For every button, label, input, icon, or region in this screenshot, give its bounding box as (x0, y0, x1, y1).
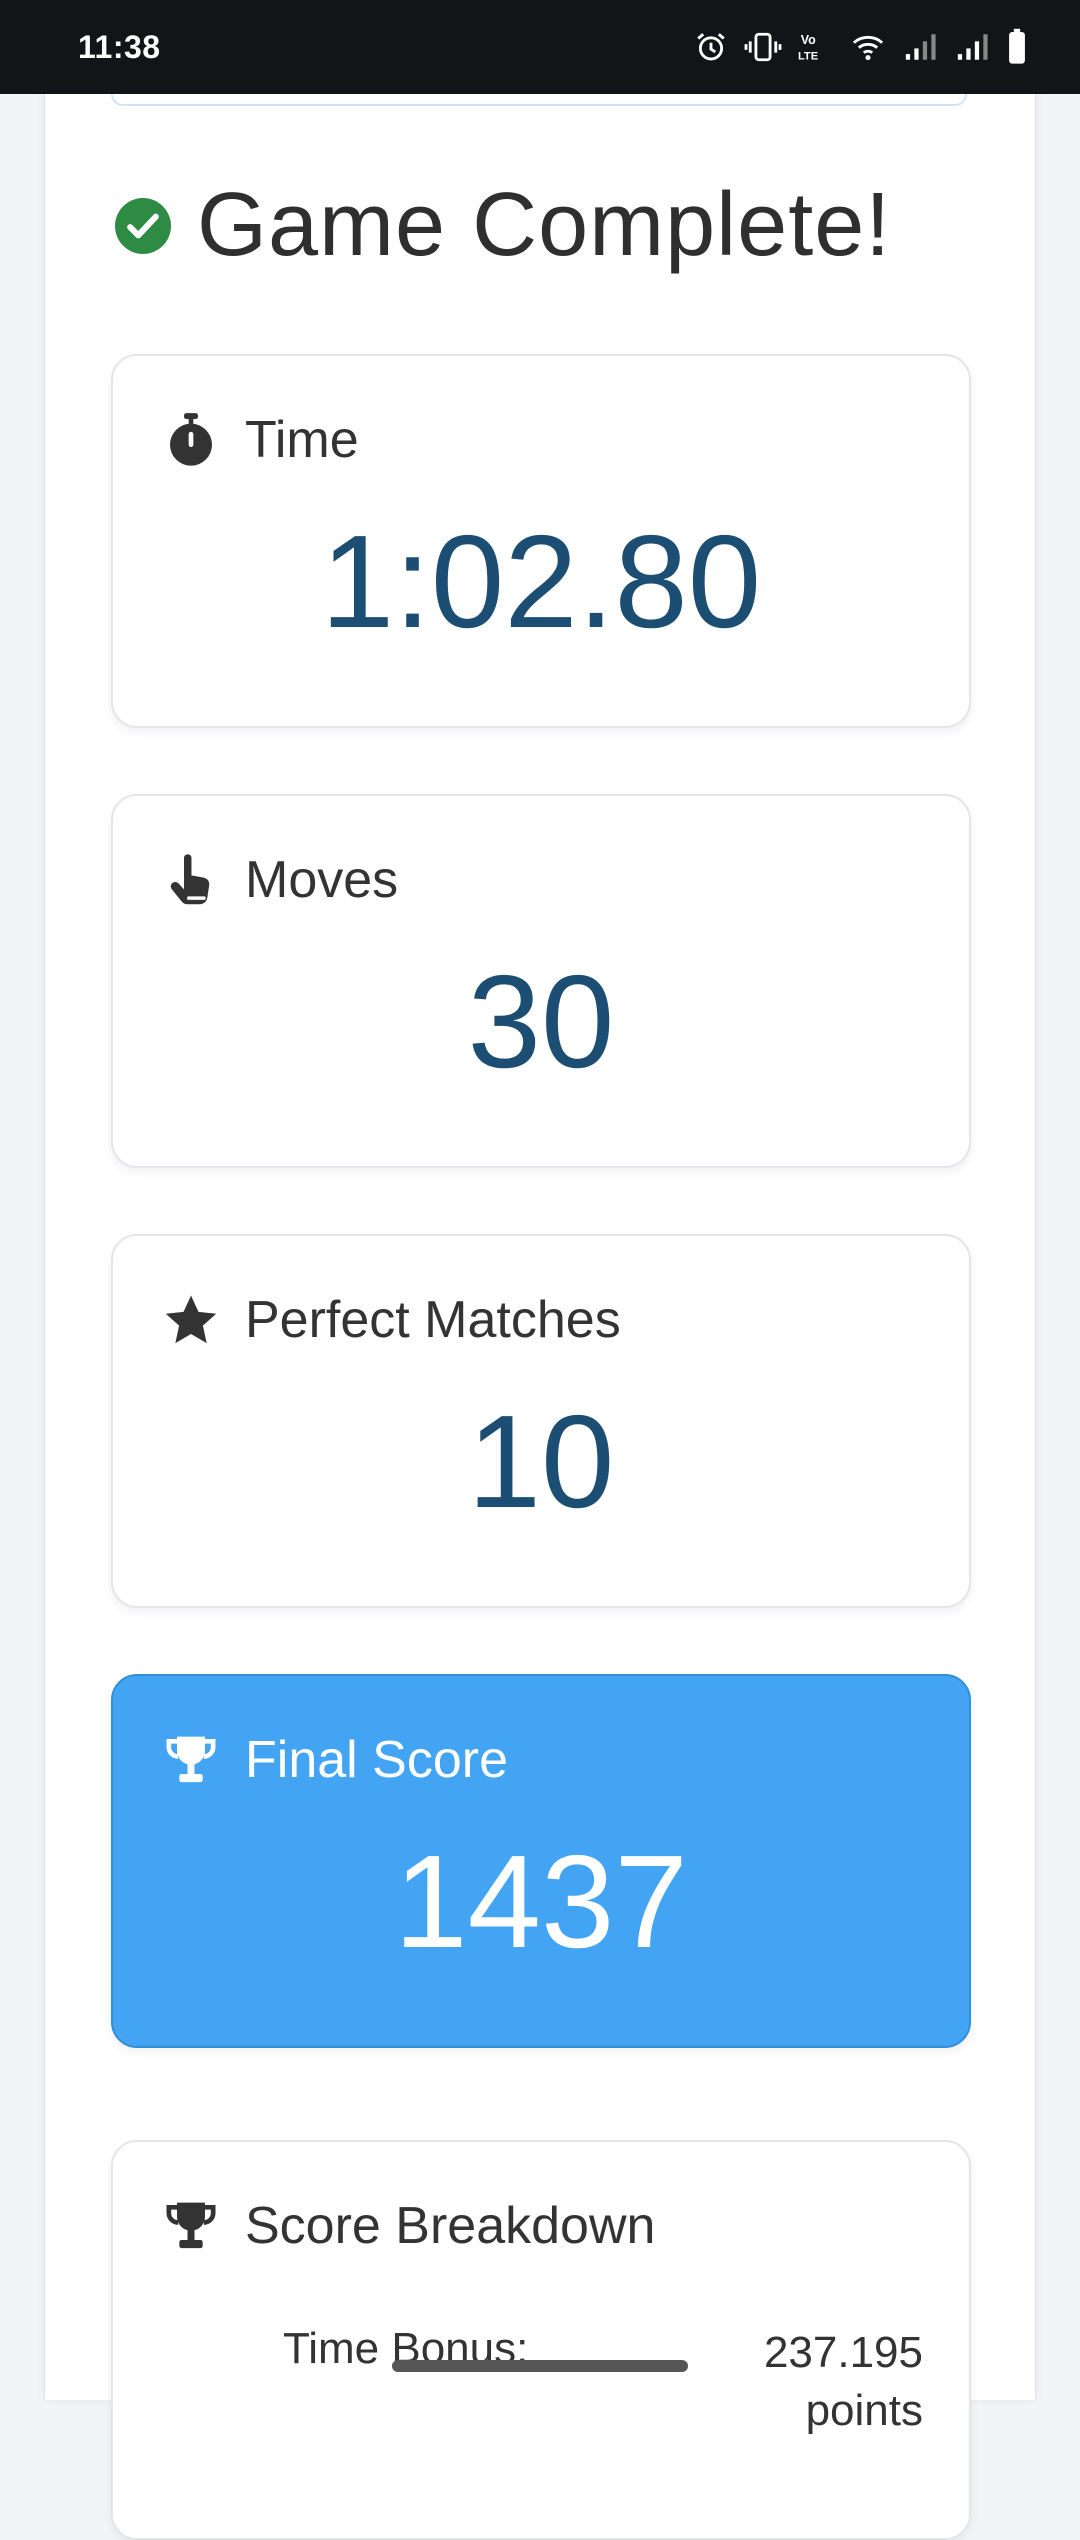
home-indicator[interactable] (392, 2360, 688, 2372)
signal-icon (905, 34, 936, 60)
breakdown-label-row: Score Breakdown (163, 2196, 655, 2256)
time-value: 1:02.80 (320, 508, 762, 655)
trophy-icon (166, 2202, 216, 2249)
final-score-value: 1437 (394, 1828, 688, 1975)
status-icons: Vo LTE (694, 28, 1028, 66)
final-score-label-row: Final Score (163, 1730, 508, 1790)
trophy-icon (166, 1736, 216, 1783)
time-label-row: Time (163, 410, 359, 470)
moves-value: 30 (467, 948, 615, 1095)
time-label: Time (245, 411, 359, 469)
final-score-label: Final Score (245, 1731, 508, 1789)
perfect-matches-value: 10 (467, 1388, 615, 1535)
results-header: Game Complete! (115, 174, 891, 277)
page-title: Game Complete! (197, 175, 892, 275)
pointer-hand-icon (170, 854, 210, 905)
breakdown-row-amount: 237.195 (763, 2328, 923, 2377)
status-time: 11:38 (78, 28, 161, 65)
breakdown-row-time-bonus: Time Bonus: 237.195 points (283, 2324, 923, 2440)
breakdown-row-value: 237.195 points (764, 2324, 923, 2440)
score-breakdown-card: Score Breakdown Time Bonus: 237.195 poin… (111, 2140, 971, 2540)
perfect-matches-card: Perfect Matches 10 (111, 1234, 971, 1608)
stopwatch-icon (170, 413, 212, 466)
perfect-matches-label: Perfect Matches (245, 1291, 621, 1349)
wifi-icon (852, 35, 884, 61)
moves-card: Moves 30 (111, 794, 971, 1168)
vibrate-icon (744, 32, 782, 62)
breakdown-row-unit: points (805, 2386, 923, 2435)
svg-text:LTE: LTE (798, 50, 818, 62)
svg-text:Vo: Vo (801, 33, 816, 47)
alarm-icon (697, 33, 725, 61)
previous-card-edge (111, 94, 967, 106)
signal-icon (957, 34, 988, 60)
check-circle-icon (115, 197, 171, 254)
results-panel: Game Complete! Time 1:02.80 Moves 30 Per… (44, 94, 1036, 2540)
moves-label-row: Moves (163, 850, 398, 910)
final-score-card: Final Score 1437 (111, 1674, 971, 2048)
perfect-matches-label-row: Perfect Matches (163, 1290, 621, 1350)
volte-icon: Vo LTE (798, 33, 818, 62)
moves-label: Moves (245, 851, 399, 909)
battery-icon (1009, 28, 1025, 64)
star-icon (165, 1295, 217, 1344)
breakdown-title: Score Breakdown (245, 2197, 656, 2255)
status-bar: 11:38 Vo LTE (0, 0, 1080, 94)
time-card: Time 1:02.80 (111, 354, 971, 728)
